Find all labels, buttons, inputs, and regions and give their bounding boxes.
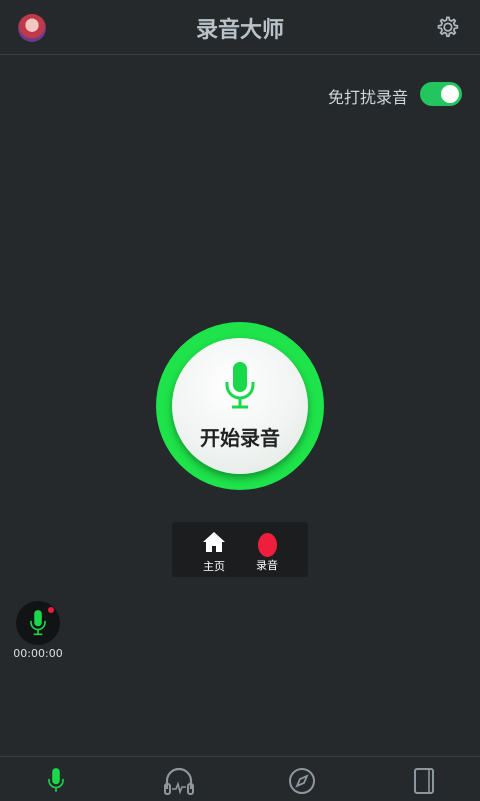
- dnd-label: 免打扰录音: [327, 88, 408, 107]
- microphone-icon: [225, 362, 255, 409]
- tab-record[interactable]: [38, 767, 74, 797]
- menu-item-record[interactable]: 录音: [247, 530, 287, 573]
- headphones-icon: [164, 767, 194, 795]
- app-header: 录音大师: [0, 0, 480, 55]
- recording-indicator-dot: [48, 607, 54, 613]
- menu-item-label: 录音: [256, 559, 278, 572]
- tab-listen[interactable]: [161, 767, 197, 797]
- toggle-knob: [441, 85, 459, 103]
- bottom-tab-bar: [0, 756, 480, 801]
- compass-icon: [289, 768, 315, 794]
- dnd-toggle[interactable]: [420, 82, 462, 106]
- home-icon: [203, 532, 225, 552]
- tab-discover[interactable]: [284, 767, 320, 797]
- recording-timer: 00:00:00: [13, 647, 63, 660]
- gear-icon[interactable]: [432, 13, 462, 43]
- notebook-icon: [414, 768, 434, 794]
- mini-recorder-button[interactable]: [16, 601, 60, 645]
- page-title: 录音大师: [195, 18, 284, 43]
- record-dot-icon: [257, 533, 277, 557]
- start-record-button[interactable]: 开始录音: [172, 338, 308, 474]
- microphone-icon: [30, 610, 46, 636]
- record-button-label: 开始录音: [200, 426, 280, 450]
- microphone-icon: [48, 768, 64, 792]
- tab-notes[interactable]: [406, 767, 442, 797]
- menu-item-home[interactable]: 主页: [194, 530, 234, 574]
- floating-menu: 主页 录音: [172, 522, 308, 577]
- menu-item-label: 主页: [203, 560, 225, 573]
